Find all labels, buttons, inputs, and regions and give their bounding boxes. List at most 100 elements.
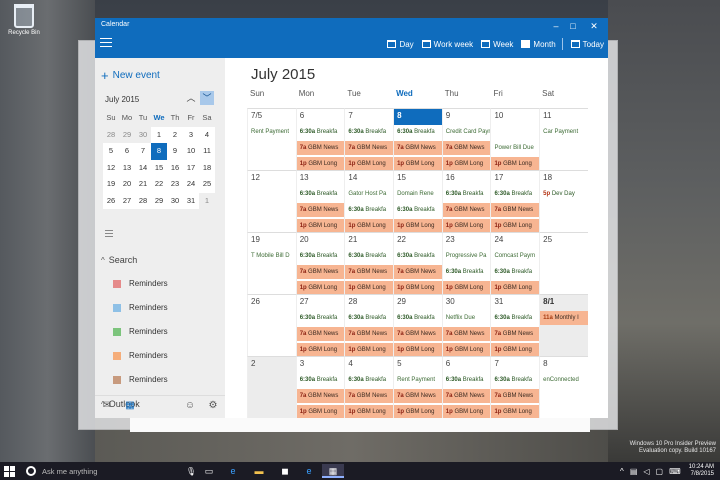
mini-day[interactable]: 28 <box>135 192 151 209</box>
calendar-event[interactable]: 6:30a Breakfa <box>394 203 442 217</box>
calendar-event[interactable]: 1p GBM Long <box>394 157 442 170</box>
calendar-event[interactable]: 6:30a Breakfa <box>345 203 393 217</box>
day-cell[interactable]: 11 Car Payment <box>539 108 588 170</box>
calendar-event[interactable]: 6:30a Breakfa <box>345 249 393 263</box>
mini-day[interactable]: 18 <box>199 159 215 176</box>
calendar-event[interactable]: 6:30a Breakfa <box>491 265 539 279</box>
calendar-event[interactable]: Credit Card Payment <box>443 125 491 139</box>
calendar-event[interactable]: 1p GBM Long <box>345 219 394 232</box>
calendar-event[interactable]: 7a GBM News <box>491 327 540 341</box>
mini-day[interactable]: 1 <box>199 193 215 210</box>
calendar-event[interactable]: 6:30a Breakfa <box>297 187 345 201</box>
day-cell[interactable]: 6 6:30a Breakfa 7a GBM News 1p GBM Long <box>295 108 345 170</box>
calendar-event[interactable]: 6:30a Breakfa <box>394 311 442 325</box>
calendar-event[interactable]: 7a GBM News <box>394 327 442 341</box>
microphone-icon[interactable]: 🎙 <box>186 467 196 476</box>
calendar-event[interactable]: 7a GBM News <box>442 203 491 217</box>
day-cell[interactable]: 8/1 11a Monthly I <box>539 294 588 356</box>
new-event-button[interactable]: + New event <box>101 68 160 83</box>
calendar-event[interactable]: 6:30a Breakfa <box>345 311 393 325</box>
calendar-event[interactable]: 1p GBM Long <box>394 219 442 232</box>
calendar-event[interactable]: 6:30a Breakfa <box>345 373 393 387</box>
day-cell[interactable]: 6 6:30a Breakfa 7a GBM News 1p GBM Long <box>441 356 491 418</box>
more-options-icon[interactable] <box>105 230 113 239</box>
calendar-event[interactable]: 1p GBM Long <box>491 281 540 294</box>
calendar-event[interactable]: 6:30a Breakfa <box>297 249 345 263</box>
calendar-event[interactable]: Domain Rene <box>394 187 442 201</box>
day-cell[interactable]: 8 6:30a Breakfa 7a GBM News 1p GBM Long <box>393 108 442 170</box>
mini-day[interactable]: 1 <box>151 126 167 143</box>
settings-gear-icon[interactable]: ⚙ <box>207 400 219 412</box>
day-cell[interactable]: 24 Comcast Paym 6:30a Breakfa 1p GBM Long <box>490 232 540 294</box>
day-cell[interactable]: 28 6:30a Breakfa 7a GBM News 1p GBM Long <box>344 294 394 356</box>
calendar-event[interactable]: 1p GBM Long <box>491 157 540 170</box>
day-cell[interactable]: 7 6:30a Breakfa 7a GBM News 1p GBM Long <box>344 108 394 170</box>
day-cell[interactable]: 18 5p Dev Day <box>539 170 588 232</box>
calendar-event[interactable]: 1p GBM Long <box>296 281 345 294</box>
calendar-event[interactable]: 6:30a Breakfa <box>491 311 539 325</box>
calendar-event[interactable]: 1p GBM Long <box>442 405 491 418</box>
calendar-event[interactable]: Comcast Paym <box>491 249 539 263</box>
calendar-event[interactable]: 1p GBM Long <box>394 405 442 418</box>
calendar-event[interactable]: 7a GBM News <box>442 327 491 341</box>
calendar-app-icon[interactable]: ▦ <box>322 464 344 478</box>
chevron-down-icon[interactable]: ﹀ <box>200 91 214 105</box>
calendar-event[interactable] <box>491 125 539 139</box>
calendar-event[interactable]: Power Bill Due <box>491 141 539 155</box>
recycle-bin-shortcut[interactable]: Recycle Bin <box>4 4 44 36</box>
mini-calendar-title[interactable]: July 2015 <box>105 95 139 104</box>
calendar-event[interactable]: 6:30a Breakfa <box>297 125 345 139</box>
calendar-event[interactable]: 6:30a Breakfa <box>297 373 345 387</box>
calendar-event[interactable]: 1p GBM Long <box>296 219 345 232</box>
mini-day[interactable]: 25 <box>199 176 215 193</box>
calendar-event[interactable]: 1p GBM Long <box>394 343 442 356</box>
hamburger-menu-icon[interactable] <box>100 38 112 50</box>
mini-day[interactable]: 10 <box>183 143 199 160</box>
day-cell[interactable]: 5 Rent Payment 7a GBM News 1p GBM Long <box>393 356 442 418</box>
day-cell[interactable]: 16 6:30a Breakfa 7a GBM News 1p GBM Long <box>441 170 491 232</box>
calendar-event[interactable]: 1p GBM Long <box>296 157 345 170</box>
calendar-event[interactable]: 6:30a Breakfa <box>394 249 442 263</box>
day-cell[interactable]: 20 6:30a Breakfa 7a GBM News 1p GBM Long <box>295 232 345 294</box>
day-cell[interactable]: 17 6:30a Breakfa 7a GBM News 1p GBM Long <box>490 170 540 232</box>
day-cell[interactable]: 25 <box>539 232 588 294</box>
calendar-event[interactable]: 6:30a Breakfa <box>443 187 491 201</box>
mini-day[interactable]: 16 <box>167 159 183 176</box>
calendar-event[interactable]: 7a GBM News <box>394 141 442 155</box>
network-icon[interactable]: ▤ <box>630 467 638 476</box>
mini-day[interactable]: 29 <box>119 127 135 144</box>
calendar-event[interactable]: 7a GBM News <box>394 389 442 403</box>
calendar-event[interactable]: 1p GBM Long <box>345 157 394 170</box>
keyboard-icon[interactable]: ⌨ <box>669 467 681 476</box>
calendar-event[interactable]: 7a GBM News <box>442 389 491 403</box>
mini-day[interactable]: 11 <box>199 143 215 160</box>
calendar-event[interactable]: 7a GBM News <box>345 389 394 403</box>
calendar-event[interactable]: 7a GBM News <box>296 265 345 279</box>
mini-day[interactable]: 23 <box>167 176 183 193</box>
calendar-event[interactable]: 7a GBM News <box>442 141 491 155</box>
mini-day[interactable]: 22 <box>151 176 167 193</box>
mini-day[interactable]: 31 <box>183 192 199 209</box>
task-view-icon[interactable]: ▭ <box>202 464 216 478</box>
search-section-toggle[interactable]: ^ Search <box>101 255 137 265</box>
day-cell[interactable]: 19 T Mobile Bill D <box>247 232 296 294</box>
mini-day[interactable]: 4 <box>199 126 215 143</box>
mini-day[interactable]: 17 <box>183 159 199 176</box>
mini-day[interactable]: 27 <box>119 192 135 209</box>
day-cell[interactable]: 31 6:30a Breakfa 7a GBM News 1p GBM Long <box>490 294 540 356</box>
calendar-event[interactable]: Netflix Due <box>443 311 491 325</box>
calendar-event[interactable]: 6:30a Breakfa <box>297 311 345 325</box>
day-cell[interactable]: 2 <box>247 356 296 418</box>
calendar-event[interactable]: 7a GBM News <box>296 203 345 217</box>
day-cell[interactable]: 12 <box>247 170 296 232</box>
mini-day[interactable]: 26 <box>103 192 119 209</box>
calendar-event[interactable]: 7a GBM News <box>296 141 345 155</box>
calendar-event[interactable]: 7a GBM News <box>345 265 394 279</box>
clock[interactable]: 10:24 AM 7/8/2015 <box>689 464 714 478</box>
close-button[interactable]: ✕ <box>588 20 600 32</box>
calendar-event[interactable]: Rent Payment <box>248 125 296 139</box>
calendar-event[interactable]: Rent Payment <box>394 373 442 387</box>
store-icon[interactable]: ◼ <box>278 464 292 478</box>
calendar-event[interactable]: Gator Host Pa <box>345 187 393 201</box>
mini-day[interactable]: 6 <box>119 143 135 160</box>
